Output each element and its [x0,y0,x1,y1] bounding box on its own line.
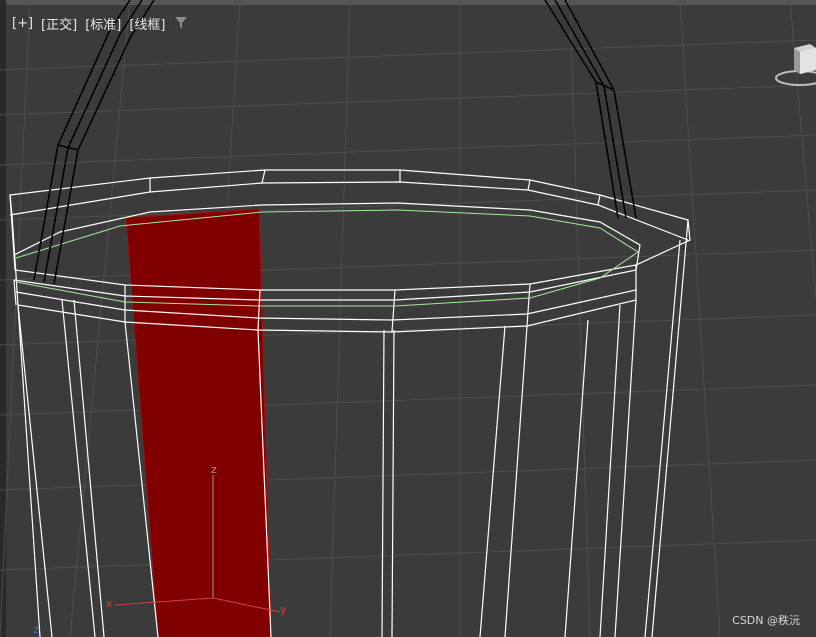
viewport[interactable]: [+] [正交] [标准] [线框] z x y z CSDN @秩沅 [0,0,816,637]
world-z-axis-label: z [33,623,39,636]
selected-face[interactable] [125,208,272,637]
viewport-label: [+] [正交] [标准] [线框] [12,14,188,33]
gizmo-x-label: x [106,597,113,610]
gizmo-y-label: y [280,603,287,616]
filter-icon[interactable] [174,16,188,30]
viewport-view-menu[interactable]: [正交] [41,14,77,33]
bucket-handle[interactable] [33,0,637,285]
viewcube-icon[interactable] [774,40,816,90]
ground-grid [0,0,816,637]
watermark: CSDN @秩沅 [732,614,800,627]
wireframe-scene[interactable] [0,0,816,637]
viewport-shading-menu[interactable]: [标准] [85,14,121,33]
viewport-mode-menu[interactable]: [线框] [129,14,165,33]
viewport-plus-menu[interactable]: [+] [12,16,33,31]
gizmo-z-label: z [211,463,217,476]
